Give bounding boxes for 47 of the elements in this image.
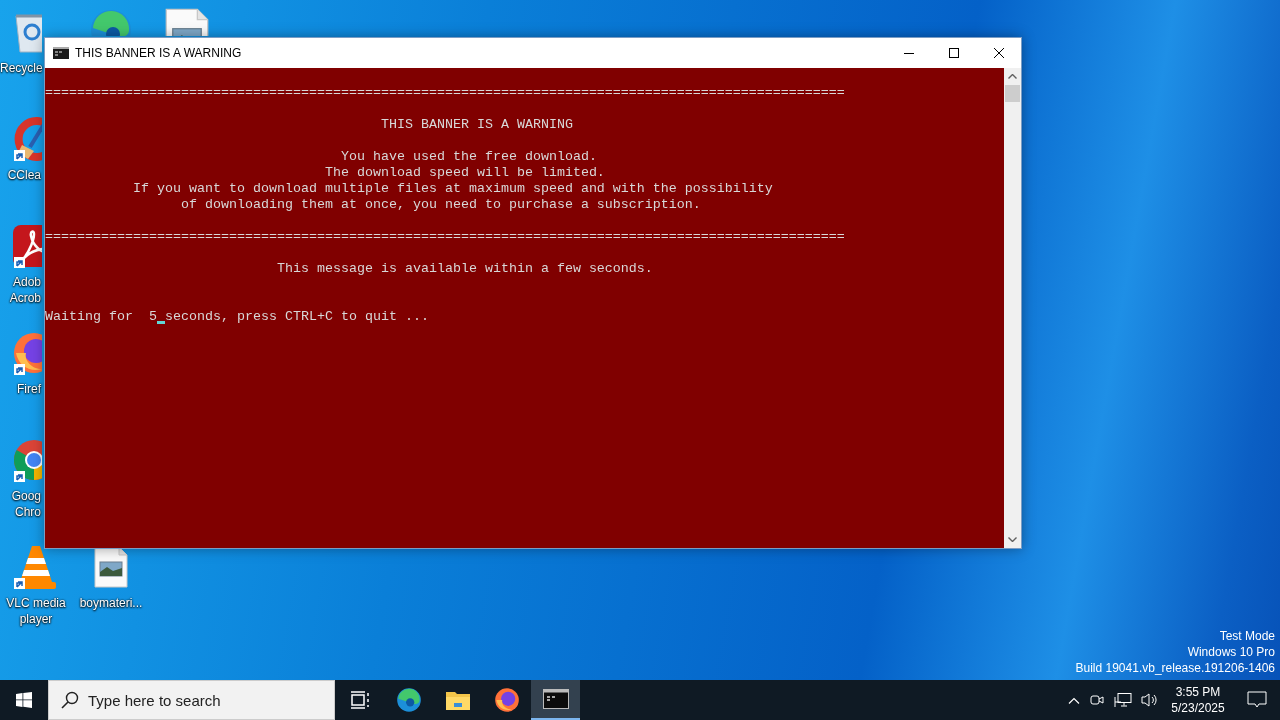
console-line: Waiting for 5 bbox=[45, 309, 157, 324]
chevron-up-icon bbox=[1008, 74, 1017, 79]
camera-icon[interactable] bbox=[1089, 692, 1105, 708]
scroll-thumb[interactable] bbox=[1005, 85, 1020, 102]
clock-time: 3:55 PM bbox=[1175, 684, 1221, 700]
minimize-icon bbox=[903, 52, 914, 54]
taskbar-button[interactable] bbox=[531, 680, 580, 720]
notification-icon[interactable] bbox=[1247, 691, 1267, 709]
icon-label: VLC media player bbox=[5, 595, 67, 627]
clock-date: 5/23/2025 bbox=[1171, 700, 1225, 716]
console-line: ==================================================================================================== bbox=[45, 85, 845, 100]
close-icon bbox=[993, 48, 1004, 58]
search-icon bbox=[61, 691, 79, 709]
maximize-icon bbox=[948, 48, 959, 58]
icon-label: CClea bbox=[6, 167, 41, 183]
speaker-icon[interactable] bbox=[1141, 692, 1159, 708]
console-icon[interactable] bbox=[542, 689, 569, 709]
console-line: of downloading them at once, you need to purchase a subscription. bbox=[179, 197, 701, 212]
console-line: seconds, press CTRL+C to quit ... bbox=[165, 309, 429, 324]
task-view-icon[interactable] bbox=[349, 691, 370, 709]
icon-label: Recycle bbox=[0, 60, 41, 76]
os-info-text: Test Mode bbox=[1219, 628, 1275, 644]
acrobat-icon bbox=[12, 224, 42, 268]
console-line: The download speed will be limited. bbox=[323, 165, 605, 180]
os-info-text: Windows 10 Pro bbox=[1187, 644, 1275, 660]
firefox-icon[interactable] bbox=[493, 687, 520, 713]
icon-label: Firef bbox=[16, 381, 41, 397]
console-line: This message is available within a few seconds. bbox=[275, 261, 653, 276]
chevron-down-icon bbox=[1008, 537, 1017, 542]
folder-icon[interactable] bbox=[444, 689, 471, 711]
icon-label: Adob Acrob bbox=[8, 274, 41, 306]
os-info-text: Build 19041.vb_release.191206-1406 bbox=[1075, 660, 1275, 676]
edge-icon[interactable] bbox=[395, 687, 422, 713]
network-icon[interactable] bbox=[1114, 692, 1132, 708]
windows-logo-icon bbox=[16, 692, 32, 708]
console-icon bbox=[53, 47, 69, 59]
chevron-up-icon[interactable] bbox=[1068, 696, 1080, 704]
console-line: THIS BANNER IS A WARNING bbox=[379, 117, 573, 132]
icon-label: boymateri... bbox=[78, 595, 144, 611]
icon-label: Goog Chro bbox=[10, 488, 41, 520]
console-line: If you want to download multiple files at maximum speed and with the possibility bbox=[131, 181, 773, 196]
scrollbar[interactable] bbox=[1004, 68, 1021, 548]
ccleaner-icon bbox=[12, 117, 42, 161]
console-line: You have used the free download. bbox=[339, 149, 597, 164]
console-line: ==================================================================================================== bbox=[45, 229, 845, 244]
window-title: THIS BANNER IS A WARNING bbox=[75, 46, 243, 60]
search-field[interactable]: Type here to search bbox=[48, 680, 335, 720]
